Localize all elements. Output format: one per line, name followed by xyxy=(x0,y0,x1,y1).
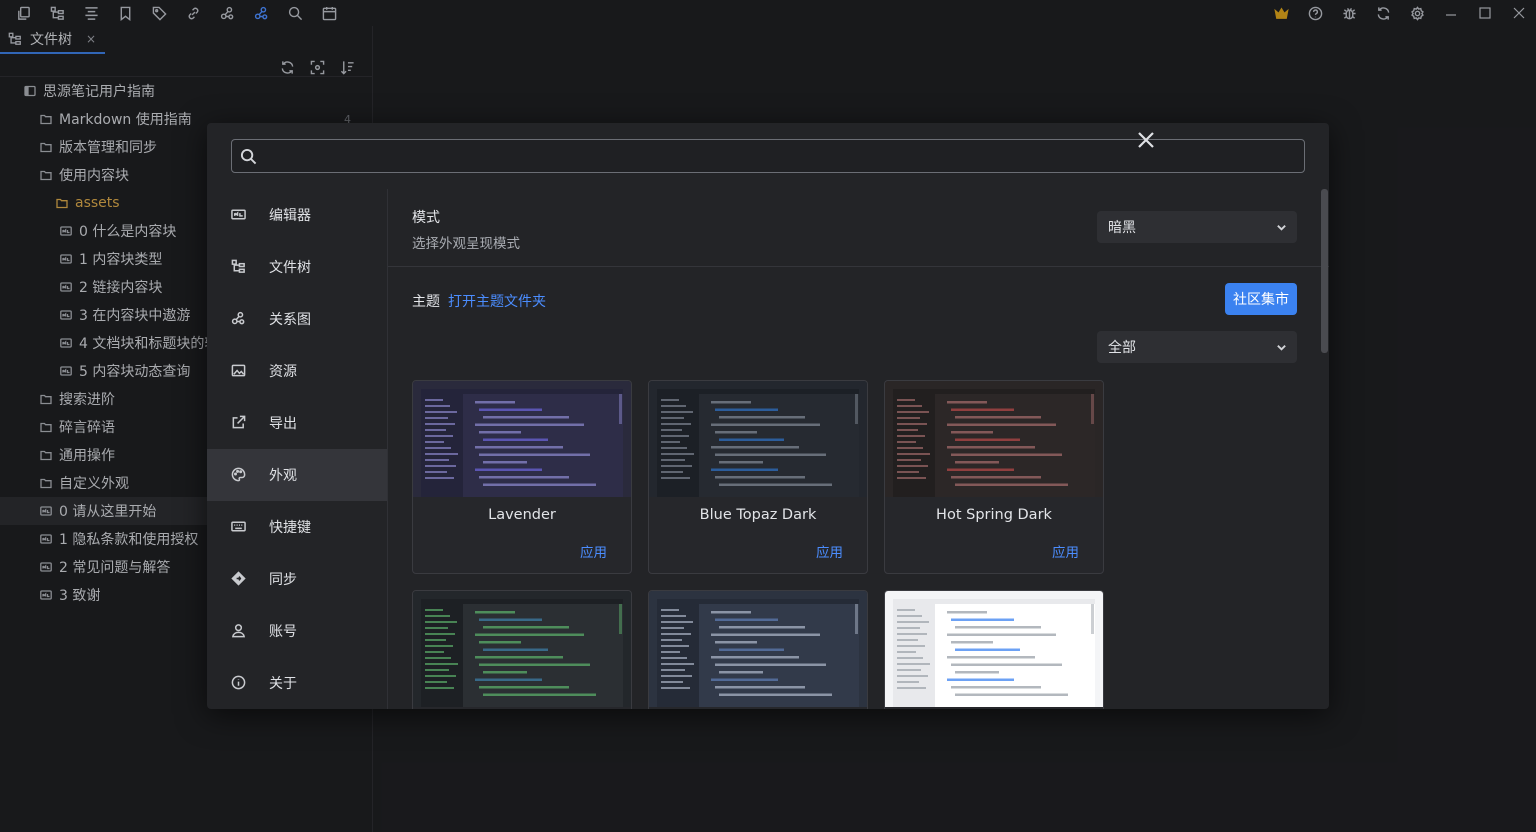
apply-theme-button[interactable]: 应用 xyxy=(816,541,843,561)
community-market-button[interactable]: 社区集市 xyxy=(1225,283,1297,315)
settings-nav-label: 同步 xyxy=(269,572,297,588)
theme-preview-image xyxy=(413,591,631,707)
settings-nav-label: 编辑器 xyxy=(269,208,311,224)
theme-preview-image xyxy=(649,381,867,497)
editor-icon xyxy=(231,207,247,223)
apply-theme-button[interactable]: 应用 xyxy=(580,541,607,561)
search-icon xyxy=(240,148,257,169)
theme-preview-image xyxy=(413,381,631,497)
theme-label: 主题 xyxy=(412,294,440,310)
theme-name: Lavender xyxy=(488,507,556,523)
settings-nav: 编辑器文件树关系图资源导出外观快捷键同步账号关于 xyxy=(207,189,388,709)
mode-row: 模式 选择外观呈现模式 暗黑 xyxy=(388,189,1329,267)
theme-card xyxy=(884,590,1104,709)
appearance-panel: 模式 选择外观呈现模式 暗黑 主题 打开主题文件夹 社区集市 全部 Lavend… xyxy=(388,189,1329,709)
settings-nav-label: 资源 xyxy=(269,364,297,380)
settings-nav-label: 文件树 xyxy=(269,260,311,276)
settings-nav-item[interactable]: 同步 xyxy=(207,553,387,605)
settings-nav-item[interactable]: 账号 xyxy=(207,605,387,657)
theme-preview-image xyxy=(649,591,867,707)
settings-nav-item[interactable]: 资源 xyxy=(207,345,387,397)
theme-filter-value: 全部 xyxy=(1108,340,1136,356)
settings-nav-item[interactable]: 导出 xyxy=(207,397,387,449)
theme-card: Hot Spring Dark 应用 xyxy=(884,380,1104,574)
sync-icon xyxy=(231,571,247,587)
settings-nav-label: 外观 xyxy=(269,468,297,484)
export-icon xyxy=(231,415,247,431)
theme-card: Blue Topaz Dark 应用 xyxy=(648,380,868,574)
close-icon[interactable] xyxy=(1136,130,1158,152)
settings-dialog: 编辑器文件树关系图资源导出外观快捷键同步账号关于 模式 选择外观呈现模式 暗黑 … xyxy=(207,123,1329,709)
settings-nav-label: 关系图 xyxy=(269,312,311,328)
theme-name: Blue Topaz Dark xyxy=(699,507,817,523)
settings-nav-item[interactable]: 快捷键 xyxy=(207,501,387,553)
theme-name: Hot Spring Dark xyxy=(936,507,1052,523)
settings-nav-label: 快捷键 xyxy=(269,520,311,536)
palette-icon xyxy=(231,467,247,483)
file-tree-icon xyxy=(231,259,247,275)
info-icon xyxy=(231,675,247,691)
settings-nav-label: 导出 xyxy=(269,416,297,432)
mode-title: 模式 xyxy=(412,210,440,226)
settings-nav-label: 账号 xyxy=(269,624,297,640)
account-icon xyxy=(231,623,247,639)
open-theme-folder-link[interactable]: 打开主题文件夹 xyxy=(448,291,546,311)
theme-preview-image xyxy=(885,381,1103,497)
mode-description: 选择外观呈现模式 xyxy=(412,236,520,252)
theme-card xyxy=(412,590,632,709)
settings-nav-item[interactable]: 关于 xyxy=(207,657,387,709)
theme-preview-image xyxy=(885,591,1103,707)
theme-card: Lavender 应用 xyxy=(412,380,632,574)
chevron-down-icon xyxy=(1276,341,1287,357)
scrollbar[interactable] xyxy=(1321,189,1328,353)
chevron-down-icon xyxy=(1276,221,1287,237)
keyboard-icon xyxy=(231,519,247,535)
mode-select[interactable]: 暗黑 xyxy=(1097,211,1297,243)
mode-select-value: 暗黑 xyxy=(1108,220,1136,236)
settings-nav-item[interactable]: 编辑器 xyxy=(207,189,387,241)
theme-card xyxy=(648,590,868,709)
apply-theme-button[interactable]: 应用 xyxy=(1052,541,1079,561)
settings-nav-item[interactable]: 文件树 xyxy=(207,241,387,293)
settings-nav-item[interactable]: 关系图 xyxy=(207,293,387,345)
image-icon xyxy=(231,363,247,379)
graph-icon xyxy=(231,311,247,327)
settings-nav-item[interactable]: 外观 xyxy=(207,449,387,501)
settings-nav-label: 关于 xyxy=(269,676,297,692)
theme-filter-select[interactable]: 全部 xyxy=(1097,331,1297,363)
